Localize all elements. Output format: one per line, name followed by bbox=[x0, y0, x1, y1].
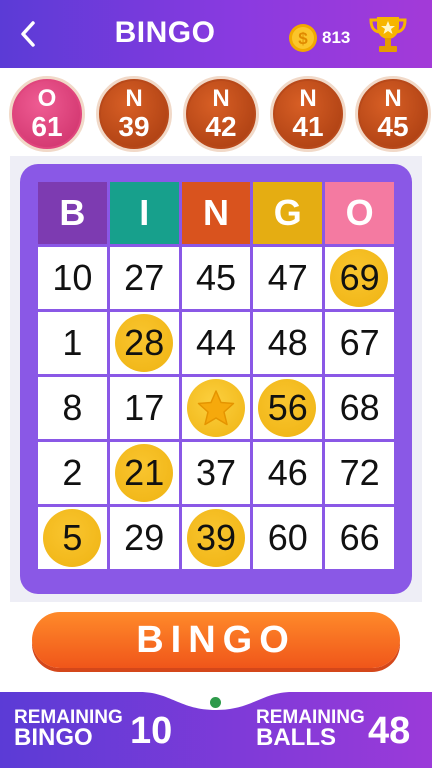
cell-number: 5 bbox=[62, 517, 83, 558]
cell-number: 27 bbox=[124, 257, 165, 298]
card-cell[interactable]: 8 bbox=[38, 377, 107, 439]
coin-icon: $ bbox=[289, 24, 317, 52]
page-title: BINGO bbox=[114, 16, 216, 49]
cell-number: 21 bbox=[124, 452, 165, 493]
drawn-ball: N 42 bbox=[183, 76, 259, 152]
bingo-grid: BINGO 10 27 45 47 69 1 28 44 48 67 8 17 56 68 2 21 37 46 7… bbox=[38, 182, 394, 572]
card-cell-marked[interactable]: 28 bbox=[109, 312, 179, 374]
remaining-balls-value: 48 bbox=[368, 710, 411, 752]
cell-number: 48 bbox=[267, 322, 308, 363]
card-cell[interactable]: 2 bbox=[38, 442, 107, 504]
card-cell[interactable]: 27 bbox=[109, 247, 179, 309]
cell-number: 2 bbox=[62, 452, 83, 493]
cell-number: 69 bbox=[339, 257, 380, 298]
ball-letter: N bbox=[212, 85, 230, 112]
drawn-ball: N 39 bbox=[96, 76, 172, 152]
column-header-b: B bbox=[38, 182, 107, 244]
remaining-balls-line2: BALLS bbox=[256, 724, 336, 751]
remaining-bingo-value: 10 bbox=[130, 710, 173, 752]
card-cell[interactable]: 68 bbox=[325, 377, 394, 439]
card-cell[interactable]: 72 bbox=[325, 442, 394, 504]
card-cell[interactable]: 45 bbox=[181, 247, 251, 309]
cell-number: 66 bbox=[339, 517, 380, 558]
card-row: 2 21 37 46 72 bbox=[38, 442, 394, 504]
cell-number: 1 bbox=[62, 322, 83, 363]
remaining-balls-label: REMAINING BALLS bbox=[256, 708, 365, 751]
card-row: 8 17 56 68 bbox=[38, 377, 394, 439]
drawn-balls-row: O 61 N 39 N 42 N 41 N 45 bbox=[0, 72, 432, 152]
cell-number: 37 bbox=[195, 452, 237, 493]
card-row: 10 27 45 47 69 bbox=[38, 247, 394, 309]
cell-number: 47 bbox=[267, 257, 308, 298]
cell-number: 39 bbox=[195, 517, 237, 558]
card-cell[interactable]: 29 bbox=[109, 507, 179, 569]
remaining-bingo-line2: BINGO bbox=[14, 724, 93, 751]
ball-letter: O bbox=[37, 85, 57, 112]
ball-number: 42 bbox=[205, 111, 237, 142]
cell-number: 60 bbox=[267, 517, 308, 558]
card-cell[interactable]: 47 bbox=[253, 247, 323, 309]
bingo-button[interactable]: BINGO bbox=[32, 612, 400, 668]
star-icon bbox=[186, 379, 245, 437]
free-space-cell[interactable] bbox=[181, 377, 251, 439]
ball-number: 41 bbox=[292, 111, 324, 142]
top-bar: BINGO $ 813 bbox=[0, 0, 432, 68]
card-cell-marked[interactable]: 39 bbox=[181, 507, 251, 569]
card-cell-marked[interactable]: 21 bbox=[109, 442, 179, 504]
ball-number: 61 bbox=[31, 111, 63, 142]
cell-number: 10 bbox=[52, 257, 93, 298]
drawn-ball: N 45 bbox=[355, 76, 431, 152]
cell-number: 56 bbox=[267, 387, 308, 428]
ball-letter: N bbox=[384, 85, 402, 112]
column-header-i: I bbox=[109, 182, 179, 244]
card-cell[interactable]: 46 bbox=[253, 442, 323, 504]
cell-number: 67 bbox=[339, 322, 380, 363]
cell-number: 44 bbox=[195, 322, 237, 363]
ball-letter: N bbox=[299, 85, 317, 112]
drawn-ball: O 61 bbox=[9, 76, 85, 152]
ball-number: 45 bbox=[377, 111, 409, 142]
card-rows: 10 27 45 47 69 1 28 44 48 67 8 17 56 68 2 21 37 46 72 5 29 39… bbox=[38, 247, 394, 569]
remaining-bingo-label: REMAINING BINGO bbox=[14, 708, 123, 751]
card-cell-marked[interactable]: 56 bbox=[253, 377, 323, 439]
card-cell[interactable]: 48 bbox=[253, 312, 323, 374]
card-row: 1 28 44 48 67 bbox=[38, 312, 394, 374]
cell-number: 68 bbox=[339, 387, 380, 428]
cell-number: 29 bbox=[124, 517, 165, 558]
card-row: 5 29 39 60 66 bbox=[38, 507, 394, 569]
ball-number: 39 bbox=[118, 111, 150, 142]
drawn-ball: N 41 bbox=[270, 76, 346, 152]
column-header-o: O bbox=[325, 182, 394, 244]
cell-number: 28 bbox=[124, 322, 165, 363]
svg-text:$: $ bbox=[298, 29, 308, 48]
card-cell-marked[interactable]: 5 bbox=[38, 507, 107, 569]
card-cell-marked[interactable]: 69 bbox=[325, 247, 394, 309]
trophy-icon[interactable] bbox=[368, 12, 408, 56]
card-cell[interactable]: 66 bbox=[325, 507, 394, 569]
card-header-row: BINGO bbox=[38, 182, 394, 244]
ball-letter: N bbox=[125, 85, 143, 112]
coin-balance: 813 bbox=[322, 28, 351, 47]
card-cell[interactable]: 17 bbox=[109, 377, 179, 439]
cell-number: 72 bbox=[339, 452, 380, 493]
column-header-n: N bbox=[181, 182, 251, 244]
column-header-g: G bbox=[253, 182, 323, 244]
card-cell[interactable]: 37 bbox=[181, 442, 251, 504]
cell-number: 17 bbox=[124, 387, 165, 428]
card-cell[interactable]: 10 bbox=[38, 247, 107, 309]
card-cell[interactable]: 67 bbox=[325, 312, 394, 374]
cell-number: 46 bbox=[267, 452, 308, 493]
cell-number: 8 bbox=[62, 387, 83, 428]
card-cell[interactable]: 44 bbox=[181, 312, 251, 374]
card-cell[interactable]: 60 bbox=[253, 507, 323, 569]
card-cell[interactable]: 1 bbox=[38, 312, 107, 374]
cell-number: 45 bbox=[195, 257, 237, 298]
page-indicator-dot bbox=[210, 697, 221, 708]
